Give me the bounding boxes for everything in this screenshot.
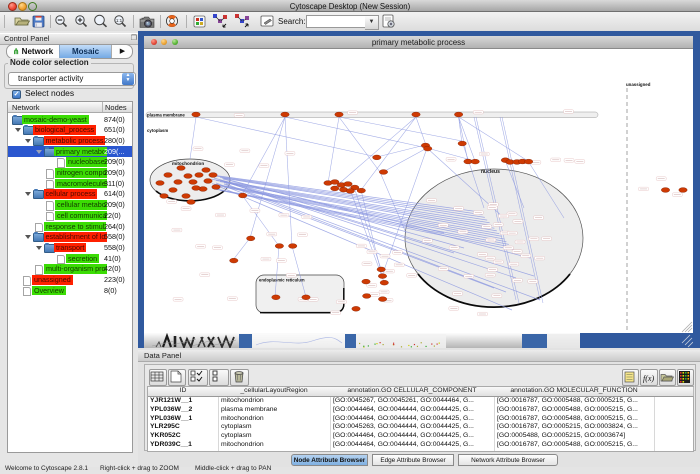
svg-text:1:1: 1:1 bbox=[116, 18, 123, 23]
svg-text:cytoplasm: cytoplasm bbox=[147, 128, 168, 133]
svg-text:endoplasmic reticulum: endoplasmic reticulum bbox=[259, 278, 305, 283]
svg-text:mitochondrion: mitochondrion bbox=[172, 161, 204, 166]
svg-text:unassigned: unassigned bbox=[626, 82, 651, 87]
svg-text:nucleus: nucleus bbox=[481, 169, 500, 175]
svg-text:plasma membrane: plasma membrane bbox=[147, 113, 185, 118]
svg-text:f(x): f(x) bbox=[643, 374, 654, 383]
